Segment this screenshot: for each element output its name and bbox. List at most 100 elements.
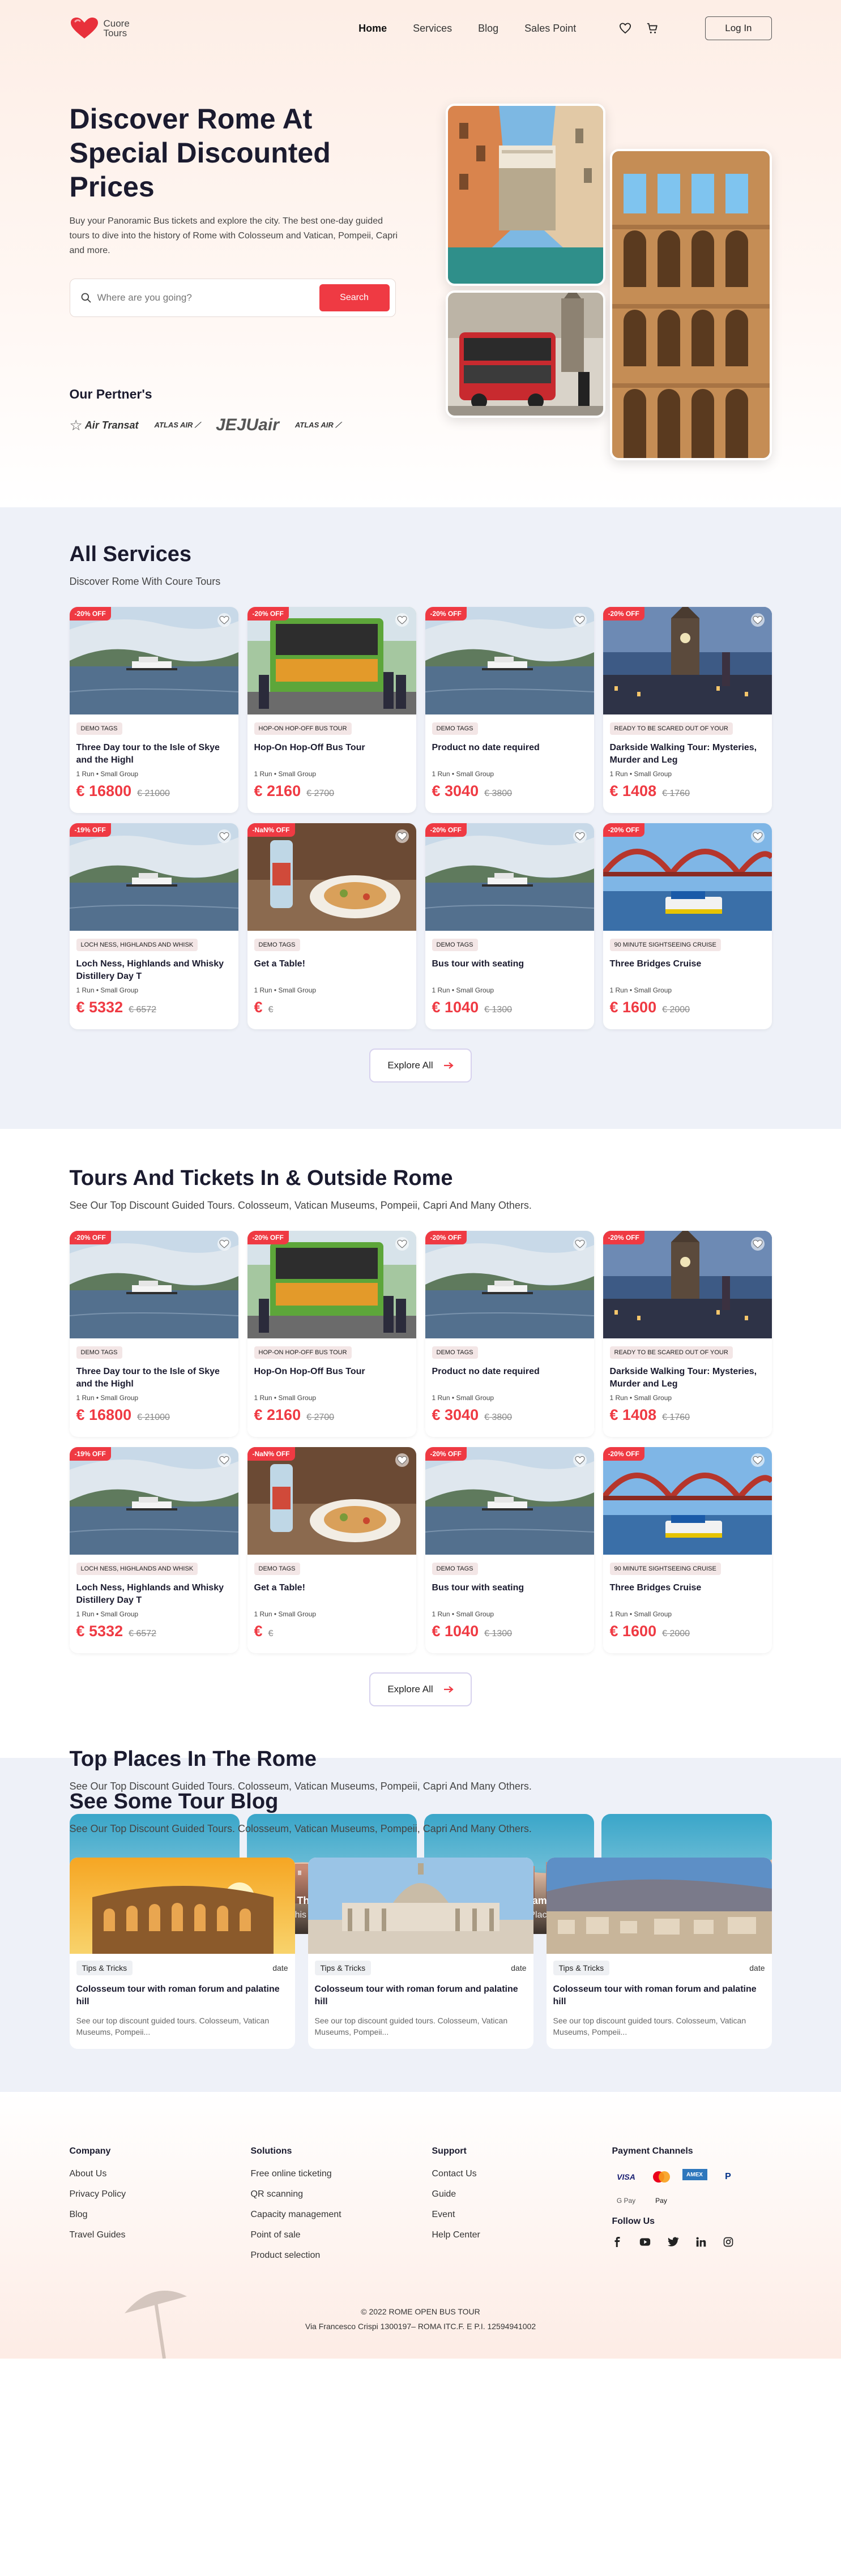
tour-title[interactable]: Loch Ness, Highlands and Whisky Distille…: [76, 1582, 232, 1607]
favorite-heart-icon[interactable]: [217, 1236, 232, 1251]
tour-title[interactable]: Bus tour with seating: [432, 958, 587, 983]
tour-card[interactable]: -20% OFF 90 MINUTE SIGHTSEEING CRUISE Th…: [603, 1447, 772, 1653]
search-button[interactable]: Search: [319, 284, 390, 311]
favorite-heart-icon[interactable]: [573, 829, 587, 844]
tour-title[interactable]: Product no date required: [432, 742, 587, 767]
tour-title[interactable]: Loch Ness, Highlands and Whisky Distille…: [76, 958, 232, 983]
tour-tag[interactable]: DEMO TAGS: [254, 1563, 300, 1575]
blog-card[interactable]: Tips & Tricks date Colosseum tour with r…: [69, 1858, 295, 2049]
nav-services[interactable]: Services: [413, 23, 452, 35]
footer-link-contact[interactable]: Contact Us: [432, 2169, 612, 2179]
tour-card[interactable]: -20% OFF READY TO BE SCARED OUT OF YOUR …: [603, 1231, 772, 1437]
tour-tag[interactable]: READY TO BE SCARED OUT OF YOUR: [609, 1346, 733, 1359]
tour-title[interactable]: Hop-On Hop-Off Bus Tour: [254, 742, 409, 767]
footer-link-blog[interactable]: Blog: [70, 2210, 251, 2220]
tour-title[interactable]: Darkside Walking Tour: Mysteries, Murder…: [610, 742, 765, 767]
tour-tag[interactable]: 90 MINUTE SIGHTSEEING CRUISE: [609, 1563, 721, 1575]
tour-tag[interactable]: DEMO TAGS: [76, 722, 122, 735]
tour-card[interactable]: -20% OFF DEMO TAGS Three Day tour to the…: [69, 607, 238, 813]
tour-tag[interactable]: HOP-ON HOP-OFF BUS TOUR: [254, 722, 352, 735]
tour-title[interactable]: Three Bridges Cruise: [610, 958, 765, 983]
blog-tag[interactable]: Tips & Tricks: [314, 1961, 372, 1975]
logo[interactable]: Cuore Tours: [70, 17, 130, 40]
tour-tag[interactable]: DEMO TAGS: [432, 1346, 478, 1359]
favorite-heart-icon[interactable]: [750, 613, 765, 627]
tour-card[interactable]: -20% OFF DEMO TAGS Product no date requi…: [425, 607, 594, 813]
login-button[interactable]: Log In: [705, 16, 772, 40]
favorite-heart-icon[interactable]: [750, 1236, 765, 1251]
search-input[interactable]: [97, 292, 319, 303]
tour-title[interactable]: Product no date required: [432, 1366, 587, 1390]
favorite-heart-icon[interactable]: [395, 1453, 409, 1467]
footer-link-qr-scanning[interactable]: QR scanning: [251, 2189, 432, 2200]
blog-card[interactable]: Tips & Tricks date Colosseum tour with r…: [308, 1858, 533, 2049]
tour-card[interactable]: -NaN% OFF DEMO TAGS Get a Table! 1 Run •…: [247, 823, 416, 1029]
tour-card[interactable]: -20% OFF HOP-ON HOP-OFF BUS TOUR Hop-On …: [247, 607, 416, 813]
tour-tag[interactable]: DEMO TAGS: [432, 1563, 478, 1575]
favorite-heart-icon[interactable]: [395, 1236, 409, 1251]
footer-link-privacy[interactable]: Privacy Policy: [70, 2189, 251, 2200]
nav-sales-point[interactable]: Sales Point: [524, 23, 576, 35]
tour-title[interactable]: Three Day tour to the Isle of Skye and t…: [76, 1366, 232, 1390]
blog-title[interactable]: Colosseum tour with roman forum and pala…: [553, 1983, 765, 2008]
favorite-heart-icon[interactable]: [395, 829, 409, 844]
tour-card[interactable]: -20% OFF DEMO TAGS Three Day tour to the…: [69, 1231, 238, 1437]
blog-tag[interactable]: Tips & Tricks: [76, 1961, 133, 1975]
blog-card[interactable]: Tips & Tricks date Colosseum tour with r…: [546, 1858, 772, 2049]
tour-title[interactable]: Get a Table!: [254, 1582, 409, 1607]
footer-link-help-center[interactable]: Help Center: [432, 2230, 612, 2240]
tour-tag[interactable]: DEMO TAGS: [76, 1346, 122, 1359]
tour-title[interactable]: Darkside Walking Tour: Mysteries, Murder…: [610, 1366, 765, 1390]
footer-link-about[interactable]: About Us: [70, 2169, 251, 2179]
instagram-icon[interactable]: [723, 2237, 733, 2247]
tour-card[interactable]: -19% OFF LOCH NESS, HIGHLANDS AND WHISK …: [69, 1447, 238, 1653]
tour-card[interactable]: -20% OFF 90 MINUTE SIGHTSEEING CRUISE Th…: [603, 823, 772, 1029]
tour-card[interactable]: -20% OFF DEMO TAGS Bus tour with seating…: [425, 823, 594, 1029]
favorite-heart-icon[interactable]: [750, 1453, 765, 1467]
tour-title[interactable]: Three Bridges Cruise: [610, 1582, 765, 1607]
tour-card[interactable]: -19% OFF LOCH NESS, HIGHLANDS AND WHISK …: [69, 823, 238, 1029]
favorite-heart-icon[interactable]: [217, 1453, 232, 1467]
footer-link-event[interactable]: Event: [432, 2210, 612, 2220]
nav-home[interactable]: Home: [358, 23, 387, 35]
footer-link-product-selection[interactable]: Product selection: [251, 2250, 432, 2261]
favorite-heart-icon[interactable]: [217, 829, 232, 844]
nav-blog[interactable]: Blog: [478, 23, 498, 35]
favorite-heart-icon[interactable]: [395, 613, 409, 627]
tour-tag[interactable]: 90 MINUTE SIGHTSEEING CRUISE: [609, 939, 721, 951]
footer-link-guide[interactable]: Guide: [432, 2189, 612, 2200]
tour-tag[interactable]: HOP-ON HOP-OFF BUS TOUR: [254, 1346, 352, 1359]
blog-title[interactable]: Colosseum tour with roman forum and pala…: [315, 1983, 527, 2008]
tour-card[interactable]: -20% OFF HOP-ON HOP-OFF BUS TOUR Hop-On …: [247, 1231, 416, 1437]
tour-tag[interactable]: READY TO BE SCARED OUT OF YOUR: [609, 722, 733, 735]
tour-card[interactable]: -20% OFF DEMO TAGS Product no date requi…: [425, 1231, 594, 1437]
blog-tag[interactable]: Tips & Tricks: [553, 1961, 610, 1975]
linkedin-icon[interactable]: [696, 2237, 706, 2247]
tour-tag[interactable]: DEMO TAGS: [254, 939, 300, 951]
wishlist-heart-icon[interactable]: [619, 23, 631, 34]
tour-tag[interactable]: DEMO TAGS: [432, 939, 478, 951]
footer-link-travel-guides[interactable]: Travel Guides: [70, 2230, 251, 2240]
tour-card[interactable]: -NaN% OFF DEMO TAGS Get a Table! 1 Run •…: [247, 1447, 416, 1653]
youtube-icon[interactable]: [639, 2237, 651, 2247]
tour-title[interactable]: Three Day tour to the Isle of Skye and t…: [76, 742, 232, 767]
services-explore-all-button[interactable]: Explore All: [369, 1049, 472, 1082]
favorite-heart-icon[interactable]: [750, 829, 765, 844]
footer-link-free-ticketing[interactable]: Free online ticketing: [251, 2169, 432, 2179]
favorite-heart-icon[interactable]: [573, 1453, 587, 1467]
facebook-icon[interactable]: [612, 2237, 622, 2247]
twitter-icon[interactable]: [667, 2237, 679, 2247]
favorite-heart-icon[interactable]: [573, 613, 587, 627]
tour-card[interactable]: -20% OFF READY TO BE SCARED OUT OF YOUR …: [603, 607, 772, 813]
footer-link-point-of-sale[interactable]: Point of sale: [251, 2230, 432, 2240]
footer-link-capacity[interactable]: Capacity management: [251, 2210, 432, 2220]
tour-card[interactable]: -20% OFF DEMO TAGS Bus tour with seating…: [425, 1447, 594, 1653]
tours-explore-all-button[interactable]: Explore All: [369, 1672, 472, 1706]
tour-tag[interactable]: LOCH NESS, HIGHLANDS AND WHISK: [76, 1563, 198, 1575]
tour-tag[interactable]: DEMO TAGS: [432, 722, 478, 735]
cart-icon[interactable]: [646, 22, 659, 35]
favorite-heart-icon[interactable]: [217, 613, 232, 627]
favorite-heart-icon[interactable]: [573, 1236, 587, 1251]
tour-title[interactable]: Hop-On Hop-Off Bus Tour: [254, 1366, 409, 1390]
tour-title[interactable]: Bus tour with seating: [432, 1582, 587, 1607]
